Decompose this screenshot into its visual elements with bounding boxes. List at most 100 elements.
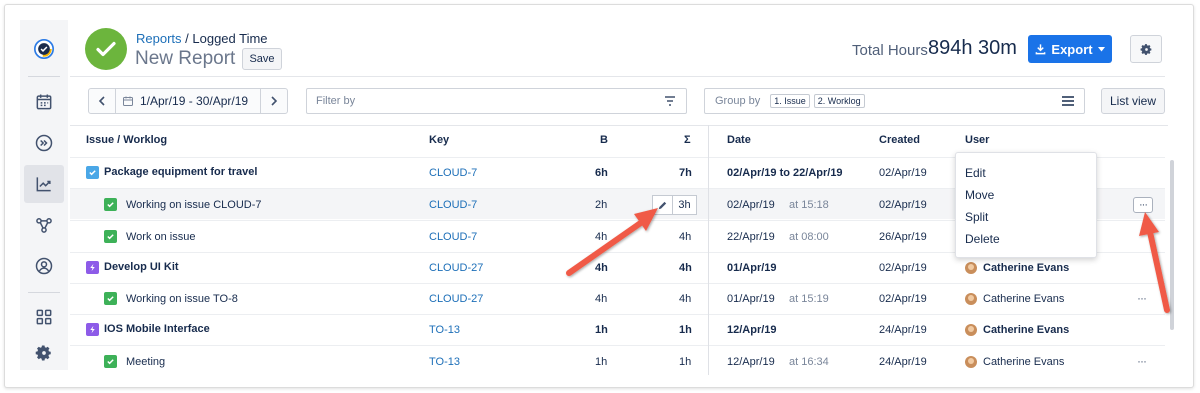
- chevron-right-icon: [271, 96, 278, 106]
- column-header-date[interactable]: Date: [727, 134, 751, 146]
- menu-item-split[interactable]: Split: [965, 210, 988, 224]
- avatar: [965, 293, 977, 305]
- sigma-value: 7h: [679, 167, 692, 179]
- sigma-value: 1h: [679, 356, 692, 368]
- created-value: 02/Apr/19: [879, 262, 927, 274]
- worklog-check-icon: [104, 198, 117, 211]
- worklog-check-icon: [104, 292, 117, 305]
- date-value: 12/Apr/19: [727, 324, 777, 336]
- breadcrumb-current: Logged Time: [192, 31, 268, 46]
- sigma-value: 4h: [679, 293, 692, 305]
- created-value: 26/Apr/19: [879, 231, 927, 243]
- pencil-icon[interactable]: [652, 195, 673, 215]
- worklog-name[interactable]: Working on issue CLOUD-7: [126, 199, 262, 211]
- issue-name[interactable]: Develop UI Kit: [104, 261, 179, 273]
- worklog-check-icon: [104, 230, 117, 243]
- sidebar: [20, 20, 68, 370]
- row-more-button[interactable]: ···: [1133, 197, 1153, 213]
- sigma-edit-value[interactable]: 3h: [673, 195, 697, 215]
- b-value: 1h: [595, 324, 608, 336]
- menu-item-edit[interactable]: Edit: [965, 166, 986, 180]
- worklog-check-icon: [104, 355, 117, 368]
- column-header-key[interactable]: Key: [429, 134, 449, 146]
- export-label: Export: [1051, 41, 1093, 57]
- row-more-button[interactable]: ···: [1137, 354, 1147, 368]
- column-header-b[interactable]: B: [600, 134, 608, 146]
- sidebar-divider: [28, 76, 60, 77]
- user-name[interactable]: Catherine Evans: [983, 262, 1069, 274]
- issue-key-link[interactable]: CLOUD-27: [429, 293, 483, 305]
- user-name[interactable]: Catherine Evans: [983, 356, 1064, 368]
- column-header-created[interactable]: Created: [879, 134, 920, 146]
- worklog-name[interactable]: Working on issue TO-8: [126, 293, 238, 305]
- b-value: 4h: [595, 293, 608, 305]
- worklog-name[interactable]: Work on issue: [126, 231, 196, 243]
- b-value: 4h: [595, 231, 608, 243]
- issue-key-link[interactable]: CLOUD-27: [429, 262, 483, 274]
- group-chip-issue[interactable]: 1. Issue: [770, 94, 810, 108]
- inline-edit-sigma[interactable]: 3h: [652, 195, 697, 215]
- date-value: 01/Apr/19: [727, 262, 777, 274]
- created-value: 24/Apr/19: [879, 356, 927, 368]
- menu-item-delete[interactable]: Delete: [965, 232, 1000, 246]
- hamburger-menu-icon[interactable]: [1062, 96, 1074, 106]
- column-header-sigma[interactable]: Σ: [684, 134, 691, 146]
- export-button[interactable]: Export: [1028, 35, 1112, 63]
- filter-placeholder: Filter by: [316, 95, 356, 107]
- user-circle-icon[interactable]: [24, 247, 64, 285]
- grid-icon[interactable]: [24, 298, 64, 336]
- sidebar-divider: [28, 292, 60, 293]
- app-logo-icon[interactable]: [24, 30, 64, 68]
- issue-name[interactable]: IOS Mobile Interface: [104, 323, 210, 335]
- list-view-button[interactable]: List view: [1101, 88, 1165, 114]
- calendar-icon[interactable]: [24, 83, 64, 121]
- sigma-value: 4h: [679, 262, 692, 274]
- total-hours-value: 894h 30m: [928, 37, 1017, 59]
- user-name[interactable]: Catherine Evans: [983, 293, 1064, 305]
- epic-icon: [86, 323, 99, 336]
- issue-key-link[interactable]: TO-13: [429, 324, 460, 336]
- issue-key-link[interactable]: CLOUD-7: [429, 199, 477, 211]
- time-value: at 16:34: [789, 356, 829, 368]
- row-more-button[interactable]: ···: [1137, 291, 1147, 305]
- worklog-name[interactable]: Meeting: [126, 356, 165, 368]
- time-value: at 08:00: [789, 231, 829, 243]
- date-range-picker[interactable]: 1/Apr/19 - 30/Apr/19: [116, 88, 260, 114]
- nodes-icon[interactable]: [24, 206, 64, 244]
- header-divider: [70, 76, 1165, 77]
- next-period-button[interactable]: [260, 88, 288, 114]
- filter-input[interactable]: Filter by: [306, 88, 687, 114]
- column-divider: [708, 125, 709, 375]
- time-value: at 15:18: [789, 199, 829, 211]
- group-by-selector[interactable]: Group by 1. Issue 2. Worklog: [704, 88, 1085, 114]
- report-status-icon: [85, 28, 127, 70]
- column-header-user[interactable]: User: [965, 134, 989, 146]
- settings-button[interactable]: [1130, 35, 1162, 63]
- prev-period-button[interactable]: [88, 88, 116, 114]
- save-button[interactable]: Save: [242, 48, 282, 70]
- group-chip-worklog[interactable]: 2. Worklog: [813, 94, 865, 108]
- issue-key-link[interactable]: CLOUD-7: [429, 231, 477, 243]
- forward-circle-icon[interactable]: [24, 124, 64, 162]
- filter-icon[interactable]: [664, 95, 676, 107]
- table-scrollbar[interactable]: [1170, 160, 1174, 330]
- chart-trend-icon[interactable]: [24, 165, 64, 203]
- menu-item-move[interactable]: Move: [965, 188, 994, 202]
- issue-key-link[interactable]: TO-13: [429, 356, 460, 368]
- user-name[interactable]: Catherine Evans: [983, 324, 1069, 336]
- column-header-issue[interactable]: Issue / Worklog: [86, 134, 167, 146]
- page-title[interactable]: New Report: [135, 48, 235, 70]
- avatar: [965, 262, 977, 274]
- chevron-down-icon: [1097, 46, 1105, 51]
- issue-name[interactable]: Package equipment for travel: [104, 166, 257, 178]
- avatar: [965, 324, 977, 336]
- issue-key-link[interactable]: CLOUD-7: [429, 167, 477, 179]
- breadcrumb-separator: /: [181, 31, 193, 46]
- download-icon: [1036, 44, 1046, 55]
- row-context-menu: Edit Move Split Delete: [955, 152, 1097, 258]
- date-value: 01/Apr/19: [727, 293, 775, 305]
- sigma-value: 1h: [679, 324, 692, 336]
- epic-icon: [86, 261, 99, 274]
- gear-icon[interactable]: [24, 334, 64, 372]
- breadcrumb-reports-link[interactable]: Reports: [136, 31, 182, 46]
